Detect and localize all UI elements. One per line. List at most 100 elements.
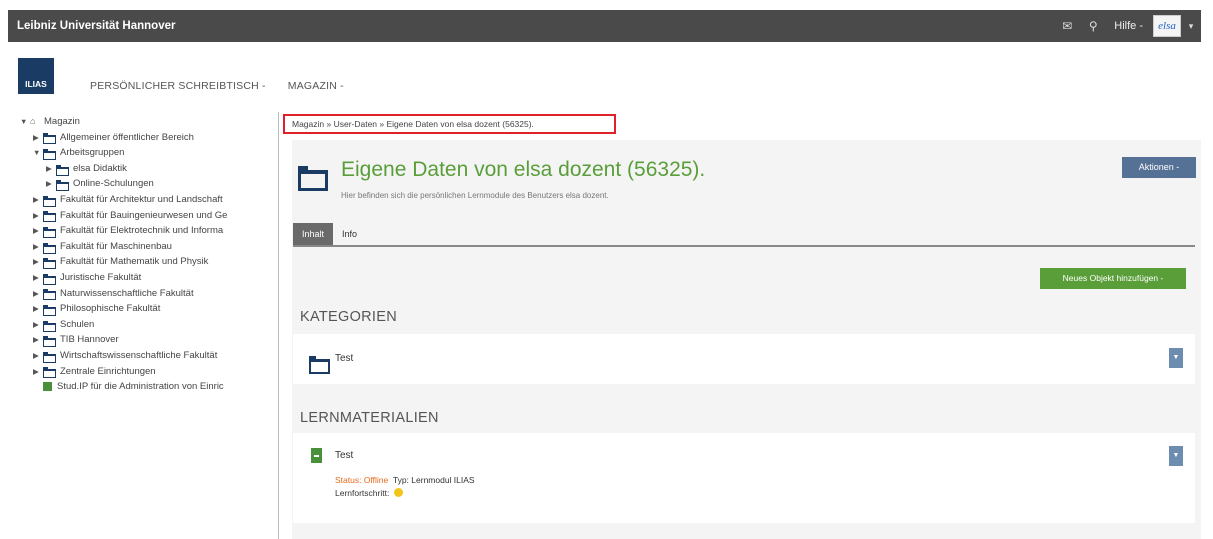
- collapsed-arrow-icon[interactable]: ▶: [33, 192, 43, 208]
- collapsed-arrow-icon[interactable]: ▶: [33, 286, 43, 302]
- nav-repository[interactable]: MAGAZIN -: [288, 80, 344, 92]
- tree-item-label[interactable]: Zentrale Einrichtungen: [60, 364, 156, 380]
- item-actions-dropdown[interactable]: ▼: [1169, 348, 1183, 368]
- help-label: Hilfe: [1114, 20, 1137, 32]
- repository-tree: ▼ ⌂ Magazin ▶ Allgemeiner öffentlicher Berei…: [20, 114, 278, 539]
- tree-item[interactable]: ▶ Philosophische Fakultät: [20, 301, 278, 317]
- collapsed-arrow-icon[interactable]: ▶: [33, 364, 43, 380]
- folder-icon: [43, 242, 56, 254]
- folder-icon: [43, 195, 56, 207]
- collapsed-arrow-icon[interactable]: ▶: [33, 317, 43, 333]
- tree-item-label[interactable]: TIB Hannover: [60, 332, 119, 348]
- folder-icon: [43, 133, 56, 145]
- tree-item[interactable]: ▶ Schulen: [20, 317, 278, 333]
- tree-item[interactable]: ▶ Juristische Fakultät: [20, 270, 278, 286]
- folder-icon: [43, 351, 56, 363]
- tree-item-label[interactable]: Wirtschaftswissenschaftliche Fakultät: [60, 348, 217, 364]
- institution-name[interactable]: Leibniz Universität Hannover: [17, 20, 175, 32]
- progress-label: Lernfortschritt:: [335, 487, 390, 498]
- tab-bar: Inhalt Info: [293, 223, 1195, 247]
- collapsed-arrow-icon[interactable]: ▶: [33, 301, 43, 317]
- item-actions-dropdown[interactable]: ▼: [1169, 446, 1183, 466]
- collapsed-arrow-icon[interactable]: ▶: [33, 239, 43, 255]
- learning-module-title-link[interactable]: Test: [335, 450, 353, 461]
- folder-icon: [56, 164, 69, 176]
- tree-item-label[interactable]: Fakultät für Bauingenieurwesen und Ge: [60, 208, 227, 224]
- tree-item-label[interactable]: Fakultät für Architektur und Landschaft: [60, 192, 223, 208]
- tree-item-label[interactable]: Philosophische Fakultät: [60, 301, 160, 317]
- folder-icon: [43, 273, 56, 285]
- tree-item-label[interactable]: Online-Schulungen: [73, 176, 154, 192]
- collapsed-arrow-icon[interactable]: ▶: [33, 254, 43, 270]
- type-label: Typ:: [392, 475, 409, 485]
- list-item: Test ▼ Status: Offline Typ: Lernmodul IL…: [293, 433, 1195, 523]
- collapsed-arrow-icon[interactable]: ▶: [46, 176, 56, 192]
- categories-heading: KATEGORIEN: [300, 309, 397, 325]
- chevron-down-icon[interactable]: ▾: [1181, 21, 1201, 32]
- tab-content[interactable]: Inhalt: [293, 223, 334, 245]
- expanded-arrow-icon[interactable]: ▼: [33, 145, 43, 161]
- collapsed-arrow-icon[interactable]: ▶: [46, 161, 56, 177]
- tree-item[interactable]: ▶ Fakultät für Elektrotechnik und Informa: [20, 223, 278, 239]
- tab-info[interactable]: Info: [333, 223, 366, 245]
- tree-item[interactable]: ▶ elsa Didaktik: [20, 161, 278, 177]
- tree-item[interactable]: ▼ ⌂ Magazin: [20, 114, 278, 130]
- tree-item[interactable]: Stud.IP für die Administration von Einri…: [20, 379, 278, 395]
- folder-icon: [43, 336, 56, 348]
- tree-item[interactable]: ▶ Allgemeiner öffentlicher Bereich: [20, 130, 278, 146]
- type-value: Lernmodul ILIAS: [411, 475, 475, 485]
- folder-icon: [43, 148, 56, 160]
- help-menu[interactable]: Hilfe -: [1114, 20, 1143, 32]
- tree-item-label[interactable]: Juristische Fakultät: [60, 270, 141, 286]
- breadcrumb[interactable]: Magazin » User-Daten » Eigene Daten von …: [283, 114, 616, 134]
- collapsed-arrow-icon[interactable]: ▶: [33, 130, 43, 146]
- folder-icon: [43, 258, 56, 270]
- tree-item-label[interactable]: Schulen: [60, 317, 94, 333]
- category-title-link[interactable]: Test: [335, 353, 353, 364]
- folder-icon: [43, 367, 56, 379]
- tree-item-label[interactable]: elsa Didaktik: [73, 161, 127, 177]
- collapsed-arrow-icon[interactable]: ▶: [33, 223, 43, 239]
- folder-icon: [309, 356, 330, 374]
- nav-personal-desktop[interactable]: PERSÖNLICHER SCHREIBTISCH -: [90, 80, 266, 92]
- page-title: Eigene Daten von elsa dozent (56325).: [341, 158, 706, 181]
- tree-item-label[interactable]: Fakultät für Mathematik und Physik: [60, 254, 208, 270]
- tree-item[interactable]: ▶ TIB Hannover: [20, 332, 278, 348]
- tree-item[interactable]: ▶ Fakultät für Bauingenieurwesen und Ge: [20, 208, 278, 224]
- tree-item-label[interactable]: Fakultät für Elektrotechnik und Informa: [60, 223, 223, 239]
- tree-item-label[interactable]: Allgemeiner öffentlicher Bereich: [60, 130, 194, 146]
- header: ILIAS PERSÖNLICHER SCHREIBTISCH - MAGAZI…: [8, 52, 1201, 104]
- expanded-arrow-icon[interactable]: ▼: [20, 114, 30, 130]
- status-label: Status:: [335, 475, 362, 485]
- envelope-icon[interactable]: ✉: [1054, 19, 1080, 33]
- tree-item[interactable]: ▼ Arbeitsgruppen: [20, 145, 278, 161]
- folder-icon: [43, 211, 56, 223]
- tree-item-label[interactable]: Magazin: [44, 114, 80, 130]
- progress-in-progress-icon: [393, 487, 403, 497]
- actions-button[interactable]: Aktionen -: [1122, 157, 1196, 178]
- add-new-object-button[interactable]: Neues Objekt hinzufügen -: [1040, 268, 1186, 289]
- learning-module-icon: [311, 448, 322, 463]
- tree-item-label[interactable]: Stud.IP für die Administration von Einri…: [57, 379, 224, 395]
- tree-item[interactable]: ▶ Naturwissenschaftliche Fakultät: [20, 286, 278, 302]
- tree-item-label[interactable]: Fakultät für Maschinenbau: [60, 239, 172, 255]
- tree-item[interactable]: ▶ Fakultät für Maschinenbau: [20, 239, 278, 255]
- collapsed-arrow-icon[interactable]: ▶: [33, 332, 43, 348]
- item-properties: Status: Offline Typ: Lernmodul ILIAS Ler…: [335, 474, 475, 499]
- tree-item[interactable]: ▶ Online-Schulungen: [20, 176, 278, 192]
- tree-item-label[interactable]: Naturwissenschaftliche Fakultät: [60, 286, 194, 302]
- learning-module-icon: [43, 382, 52, 392]
- avatar[interactable]: elsa: [1153, 15, 1181, 37]
- ilias-logo[interactable]: ILIAS: [18, 58, 54, 94]
- tree-item-label[interactable]: Arbeitsgruppen: [60, 145, 124, 161]
- tree-item[interactable]: ▶ Fakultät für Mathematik und Physik: [20, 254, 278, 270]
- page-description: Hier befinden sich die persönlichen Lern…: [341, 191, 609, 200]
- tree-item[interactable]: ▶ Zentrale Einrichtungen: [20, 364, 278, 380]
- tree-item[interactable]: ▶ Wirtschaftswissenschaftliche Fakultät: [20, 348, 278, 364]
- tree-item[interactable]: ▶ Fakultät für Architektur und Landschaft: [20, 192, 278, 208]
- collapsed-arrow-icon[interactable]: ▶: [33, 270, 43, 286]
- learning-materials-heading: LERNMATERIALIEN: [300, 410, 439, 426]
- collapsed-arrow-icon[interactable]: ▶: [33, 348, 43, 364]
- search-icon[interactable]: ⚲: [1080, 19, 1106, 33]
- collapsed-arrow-icon[interactable]: ▶: [33, 208, 43, 224]
